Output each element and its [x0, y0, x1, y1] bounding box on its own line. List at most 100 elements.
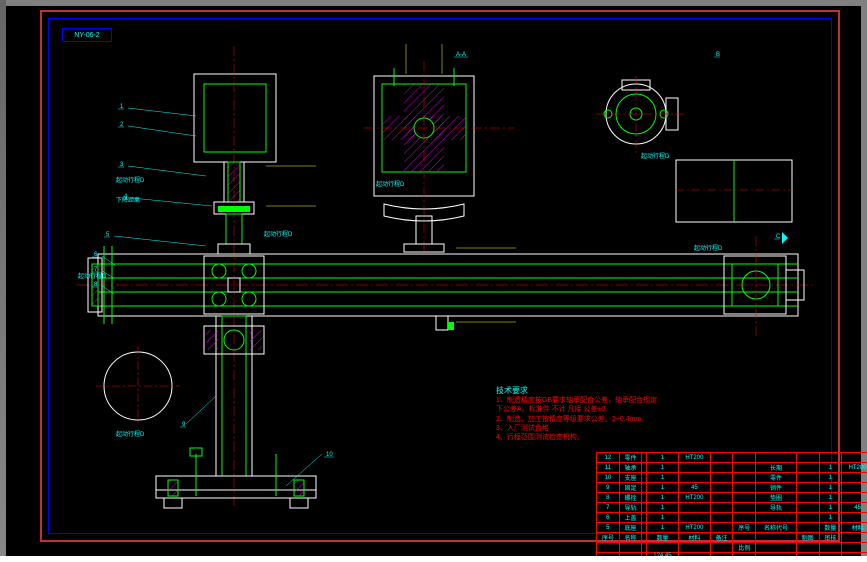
table-cell: 比例 [733, 543, 756, 553]
table-cell: 6 [597, 513, 620, 523]
table-row: 12零件1HT200 [597, 453, 867, 463]
table-cell [733, 493, 756, 503]
annotation-layer: 12345678910A-ABC 起动行程D下降距离起动行程D起动行程D起动行程… [56, 26, 826, 526]
table-cell: 数量 [646, 533, 678, 543]
note-line-4: 3、入厂测试合格 [496, 424, 657, 433]
table-cell [646, 543, 678, 553]
table-cell [710, 473, 733, 483]
table-cell: 材料 [679, 533, 711, 543]
table-cell: 1 [646, 473, 678, 483]
table-cell [710, 513, 733, 523]
table-cell: 1 [646, 493, 678, 503]
table-cell: 9 [597, 483, 620, 493]
drawing-canvas[interactable]: 12345678910A-ABC 起动行程D下降距离起动行程D起动行程D起动行程… [56, 26, 826, 526]
table-row: 9固定145销件1 [597, 483, 867, 493]
table-cell [842, 453, 867, 463]
table-row: 比例 [597, 543, 867, 553]
table-row: 序号名称数量材料备注制图审核 [597, 533, 867, 543]
table-cell: 1 [646, 483, 678, 493]
table-cell [842, 493, 867, 503]
table-cell: 固定 [619, 483, 642, 493]
table-cell: 7 [597, 503, 620, 513]
table-row: 6上盖 1 1 [597, 513, 867, 523]
table-cell: 5 [597, 523, 620, 533]
table-cell [796, 523, 819, 533]
table-cell [679, 543, 711, 553]
table-cell: 导轨 [756, 503, 797, 513]
note-line-2: 下公差A。标准件 不计 凡接 公差±0. [496, 405, 657, 414]
table-cell: 1 [819, 503, 842, 513]
table-cell [710, 503, 733, 513]
dim-label: 起动行程D [116, 176, 145, 184]
table-cell: HT200 [842, 463, 867, 473]
table-cell [679, 473, 711, 483]
table-cell: 垫圈 [756, 493, 797, 503]
bom-table: 12零件1HT20011轴承1长期1HT20010支座1零件19固定145销件1… [596, 452, 867, 560]
table-cell [842, 473, 867, 483]
table-cell [679, 513, 711, 523]
table-cell [597, 543, 620, 553]
table-cell: 1 [646, 503, 678, 513]
table-cell [710, 543, 733, 553]
table-cell: 零件 [619, 453, 642, 463]
table-cell: 制图 [796, 533, 819, 543]
table-cell: 序号 [597, 533, 620, 543]
table-cell: 审核 [819, 533, 842, 543]
dim-label: 起动行程D [376, 180, 405, 188]
table-cell: 名称 [619, 533, 642, 543]
table-cell: 名称代号 [756, 523, 797, 533]
table-cell: 1 [646, 513, 678, 523]
table-cell [679, 503, 711, 513]
table-row: 7导轨1导轨145 [597, 503, 867, 513]
table-row: 10支座1零件1 [597, 473, 867, 483]
table-cell: 轴承 [619, 463, 642, 473]
table-cell [679, 463, 711, 473]
table-cell: 1 [819, 513, 842, 523]
table-cell [756, 453, 797, 463]
notes-heading: 技术要求 [496, 386, 657, 396]
dim-label: 起动行程D [78, 272, 107, 280]
horizontal-ruler [0, 556, 867, 562]
title-block: 12零件1HT20011轴承1长期1HT20010支座1零件19固定145销件1… [596, 452, 867, 546]
table-cell [819, 543, 842, 553]
table-cell [756, 533, 797, 543]
table-cell: 上盖 [619, 513, 642, 523]
technical-notes: 技术要求 1、制造精度按GB要求轴承配合公差，轴承配合规定 下公差A。标准件 不… [496, 386, 657, 442]
table-cell [796, 473, 819, 483]
table-cell: 1 [646, 523, 678, 533]
table-cell: 1 [819, 493, 842, 503]
table-cell: HT200 [679, 453, 711, 463]
table-cell: 导轨 [619, 503, 642, 513]
table-cell [796, 513, 819, 523]
vertical-ruler [0, 0, 6, 556]
table-cell [842, 483, 867, 493]
table-cell: 材料 [842, 523, 867, 533]
table-cell [733, 513, 756, 523]
dim-label: 起动行程D [264, 230, 293, 238]
table-cell [710, 463, 733, 473]
table-cell: 1 [819, 463, 842, 473]
table-row: 8螺栓1HT200垫圈1 [597, 493, 867, 503]
table-cell [842, 513, 867, 523]
table-cell [710, 453, 733, 463]
table-cell [756, 513, 797, 523]
table-cell: 45 [679, 483, 711, 493]
table-cell: HT200 [679, 523, 711, 533]
table-cell [796, 483, 819, 493]
dim-label: 起动行程D [694, 244, 723, 252]
table-cell [733, 473, 756, 483]
table-row: 11轴承1长期1HT200 [597, 463, 867, 473]
table-cell: 10 [597, 473, 620, 483]
table-cell: 1 [646, 463, 678, 473]
table-cell [796, 453, 819, 463]
table-cell: 销件 [756, 483, 797, 493]
table-cell: 45 [842, 503, 867, 513]
table-cell: HT200 [679, 493, 711, 503]
table-cell [733, 533, 756, 543]
table-cell: 螺栓 [619, 493, 642, 503]
dim-label: 起动行程D [116, 430, 145, 438]
table-cell [710, 493, 733, 503]
table-cell [819, 453, 842, 463]
table-cell: 12 [597, 453, 620, 463]
table-cell [796, 463, 819, 473]
